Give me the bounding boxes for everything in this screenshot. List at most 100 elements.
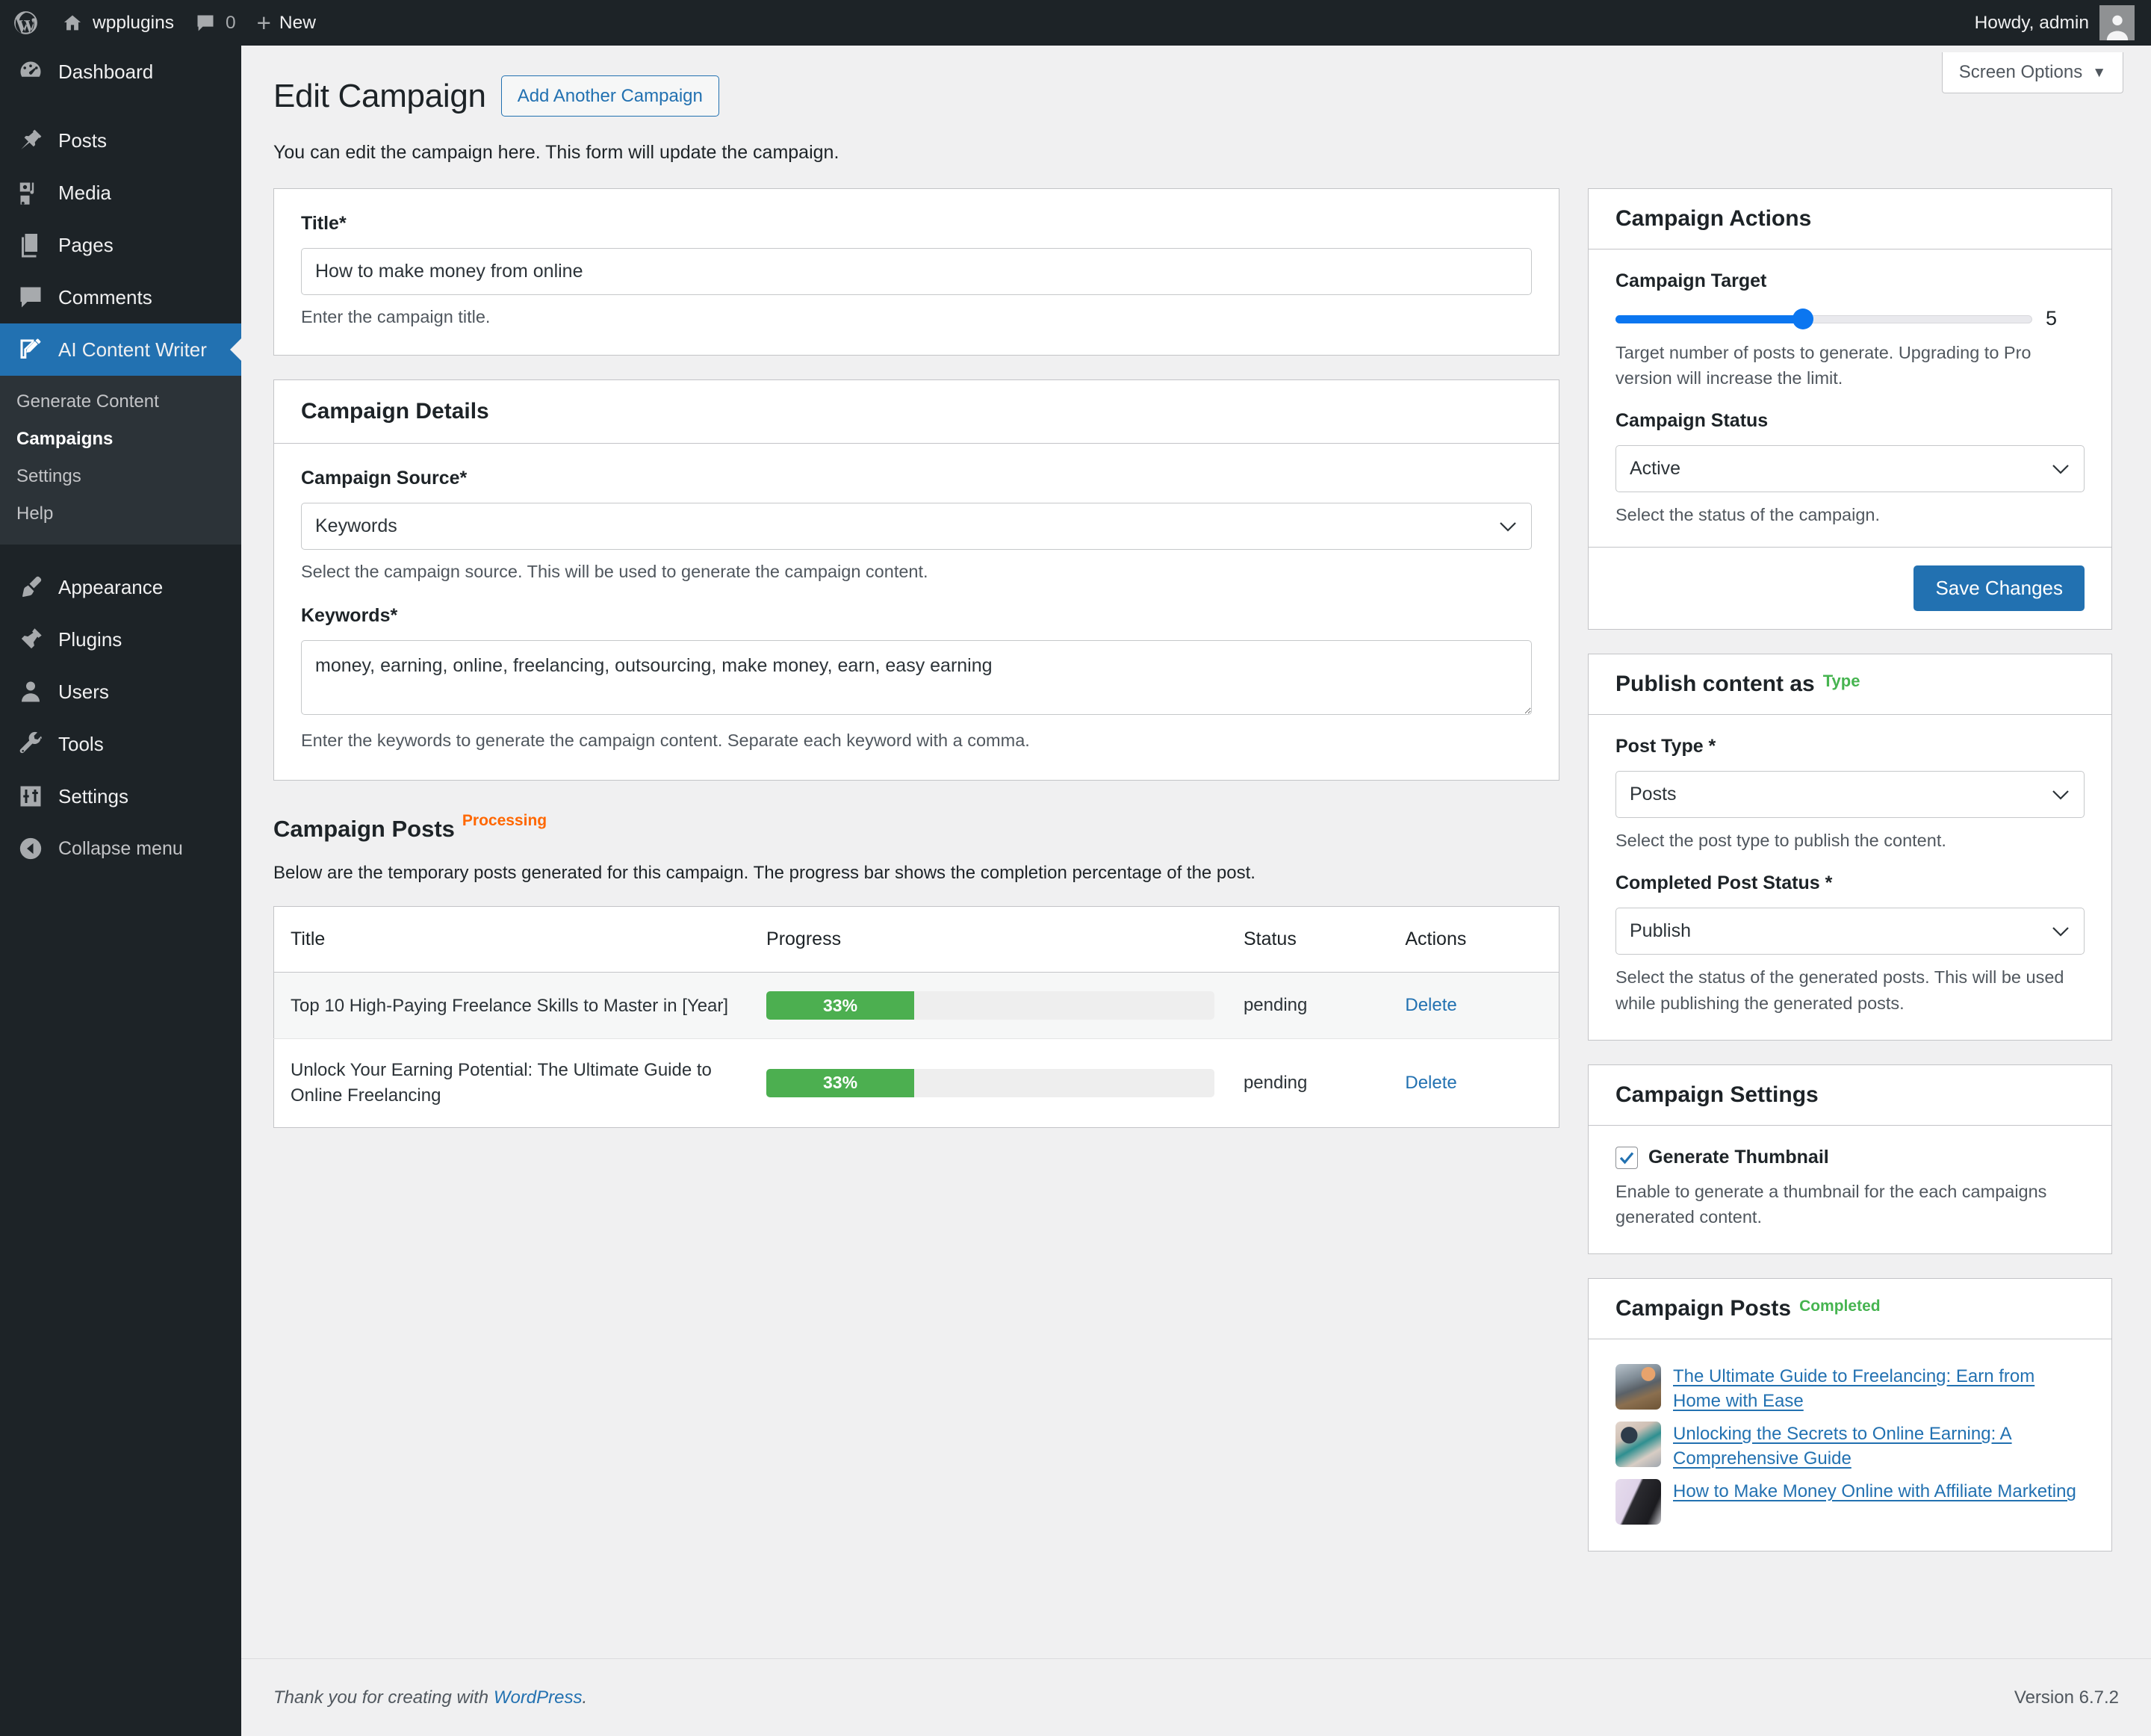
post-type-select[interactable] bbox=[1615, 771, 2085, 818]
sidebar-item-label: Dashboard bbox=[58, 61, 153, 84]
campaign-source-select[interactable] bbox=[301, 503, 1532, 550]
generate-thumbnail-row[interactable]: Generate Thumbnail bbox=[1615, 1147, 2085, 1169]
new-content-button[interactable]: + New bbox=[246, 0, 326, 46]
sidebar-item-appearance[interactable]: Appearance bbox=[0, 561, 241, 613]
campaign-source-help: Select the campaign source. This will be… bbox=[301, 559, 1532, 584]
plus-icon: + bbox=[257, 10, 271, 35]
type-badge: Type bbox=[1823, 672, 1860, 691]
comment-bubble-icon bbox=[16, 284, 45, 311]
sidebar-item-label: AI Content Writer bbox=[58, 338, 207, 362]
screen-options-button[interactable]: Screen Options ▼ bbox=[1942, 52, 2123, 93]
publish-content-heading: Publish content as bbox=[1615, 672, 1815, 697]
two-column-layout: Title* Enter the campaign title. Campaig… bbox=[273, 188, 2151, 1551]
collapse-menu-button[interactable]: Collapse menu bbox=[0, 822, 241, 875]
completed-post-link[interactable]: The Ultimate Guide to Freelancing: Earn … bbox=[1673, 1364, 2085, 1414]
sidebar-item-dashboard[interactable]: Dashboard bbox=[0, 46, 241, 98]
cell-status: pending bbox=[1244, 973, 1405, 1039]
footer-version: Version 6.7.2 bbox=[2014, 1687, 2119, 1708]
completed-post-link[interactable]: How to Make Money Online with Affiliate … bbox=[1673, 1479, 2076, 1504]
paintbrush-icon bbox=[16, 574, 45, 601]
delete-link[interactable]: Delete bbox=[1405, 1073, 1456, 1093]
side-column: Campaign Actions Campaign Target 5 Targe… bbox=[1588, 188, 2112, 1551]
delete-link[interactable]: Delete bbox=[1405, 995, 1456, 1015]
post-thumbnail bbox=[1615, 1364, 1661, 1410]
cell-actions: Delete bbox=[1405, 973, 1559, 1039]
progress-bar-fill: 33% bbox=[766, 991, 914, 1020]
chevron-down-icon: ▼ bbox=[2092, 66, 2106, 80]
sidebar-item-tools[interactable]: Tools bbox=[0, 718, 241, 770]
campaign-title-input[interactable] bbox=[301, 248, 1532, 295]
admin-footer: Thank you for creating with WordPress. V… bbox=[241, 1658, 2151, 1736]
campaign-status-select[interactable] bbox=[1615, 445, 2085, 492]
sidebar-subitem-campaigns[interactable]: Campaigns bbox=[0, 421, 241, 458]
slider-thumb[interactable] bbox=[1792, 309, 1813, 329]
column-header-actions: Actions bbox=[1405, 907, 1559, 973]
plug-icon bbox=[16, 626, 45, 653]
site-name-button[interactable]: wpplugins bbox=[52, 0, 184, 46]
post-type-help: Select the post type to publish the cont… bbox=[1615, 828, 2085, 853]
avatar[interactable] bbox=[2099, 5, 2135, 40]
add-another-campaign-button[interactable]: Add Another Campaign bbox=[501, 75, 719, 117]
sidebar-subitem-generate-content[interactable]: Generate Content bbox=[0, 383, 241, 421]
page-description: You can edit the campaign here. This for… bbox=[273, 142, 2151, 164]
howdy-label[interactable]: Howdy, admin bbox=[1975, 13, 2089, 34]
completed-post-status-select[interactable] bbox=[1615, 908, 2085, 955]
completed-post-link[interactable]: Unlocking the Secrets to Online Earning:… bbox=[1673, 1422, 2085, 1472]
campaign-details-heading: Campaign Details bbox=[274, 380, 1559, 444]
keywords-textarea[interactable] bbox=[301, 640, 1532, 715]
completed-campaign-posts-panel: Campaign Posts Completed The Ultimate Gu… bbox=[1588, 1278, 2112, 1551]
arrow-left-circle-icon bbox=[16, 836, 45, 861]
generate-thumbnail-checkbox[interactable] bbox=[1615, 1147, 1638, 1169]
campaign-posts-description: Below are the temporary posts generated … bbox=[273, 863, 1559, 884]
wordpress-logo-icon bbox=[12, 9, 40, 37]
comment-bubble-icon bbox=[195, 13, 216, 34]
sidebar-item-media[interactable]: Media bbox=[0, 167, 241, 219]
save-changes-button[interactable]: Save Changes bbox=[1913, 565, 2085, 611]
sidebar-item-posts[interactable]: Posts bbox=[0, 114, 241, 167]
sidebar-item-users[interactable]: Users bbox=[0, 666, 241, 718]
completed-posts-list: The Ultimate Guide to Freelancing: Earn … bbox=[1615, 1360, 2085, 1528]
completed-post-status-label: Completed Post Status * bbox=[1615, 872, 2085, 894]
sidebar-item-settings[interactable]: Settings bbox=[0, 770, 241, 822]
sidebar-item-ai-content-writer[interactable]: AI Content Writer bbox=[0, 323, 241, 376]
comments-button[interactable]: 0 bbox=[184, 0, 246, 46]
campaign-source-label: Campaign Source* bbox=[301, 468, 1532, 489]
campaign-actions-heading: Campaign Actions bbox=[1589, 189, 2111, 249]
sidebar-item-label: Pages bbox=[58, 234, 114, 257]
cell-progress: 33% bbox=[766, 1039, 1244, 1127]
campaign-target-label: Campaign Target bbox=[1615, 270, 2085, 292]
wrench-icon bbox=[16, 731, 45, 757]
edit-page-icon bbox=[16, 336, 45, 363]
footer-thanks-suffix: . bbox=[583, 1687, 588, 1708]
wordpress-link[interactable]: WordPress bbox=[494, 1687, 583, 1708]
sidebar-divider bbox=[0, 98, 241, 114]
campaign-target-value: 5 bbox=[2046, 307, 2057, 330]
sidebar-item-pages[interactable]: Pages bbox=[0, 219, 241, 271]
sidebar-item-label: Tools bbox=[58, 733, 104, 756]
screen-options-label: Screen Options bbox=[1959, 62, 2082, 83]
table-header-row: Title Progress Status Actions bbox=[274, 907, 1559, 973]
cell-title: Unlock Your Earning Potential: The Ultim… bbox=[274, 1039, 767, 1127]
campaign-status-select-wrap bbox=[1615, 445, 2085, 492]
post-type-label: Post Type * bbox=[1615, 736, 2085, 757]
site-name-label: wpplugins bbox=[93, 13, 174, 34]
campaign-target-slider[interactable] bbox=[1615, 309, 2032, 329]
slider-filled bbox=[1615, 315, 1803, 323]
save-bar: Save Changes bbox=[1589, 547, 2111, 629]
completed-post-status-help: Select the status of the generated posts… bbox=[1615, 964, 2085, 1015]
column-header-status: Status bbox=[1244, 907, 1405, 973]
sidebar-item-plugins[interactable]: Plugins bbox=[0, 613, 241, 666]
sidebar-divider bbox=[0, 545, 241, 561]
sidebar-item-comments[interactable]: Comments bbox=[0, 271, 241, 323]
sidebar-subitem-settings[interactable]: Settings bbox=[0, 458, 241, 495]
post-thumbnail bbox=[1615, 1422, 1661, 1467]
wordpress-logo-button[interactable] bbox=[0, 0, 52, 46]
admin-bar: wpplugins 0 + New Howdy, admin bbox=[0, 0, 2151, 46]
status-badge-completed: Completed bbox=[1799, 1298, 1881, 1315]
table-body: Top 10 High-Paying Freelance Skills to M… bbox=[274, 973, 1559, 1127]
campaign-details-panel: Campaign Details Campaign Source* Select… bbox=[273, 379, 1559, 781]
sidebar-subitem-help[interactable]: Help bbox=[0, 495, 241, 533]
dashboard-icon bbox=[16, 58, 45, 85]
sidebar-item-label: Settings bbox=[58, 785, 128, 808]
cell-title: Top 10 High-Paying Freelance Skills to M… bbox=[274, 973, 767, 1039]
